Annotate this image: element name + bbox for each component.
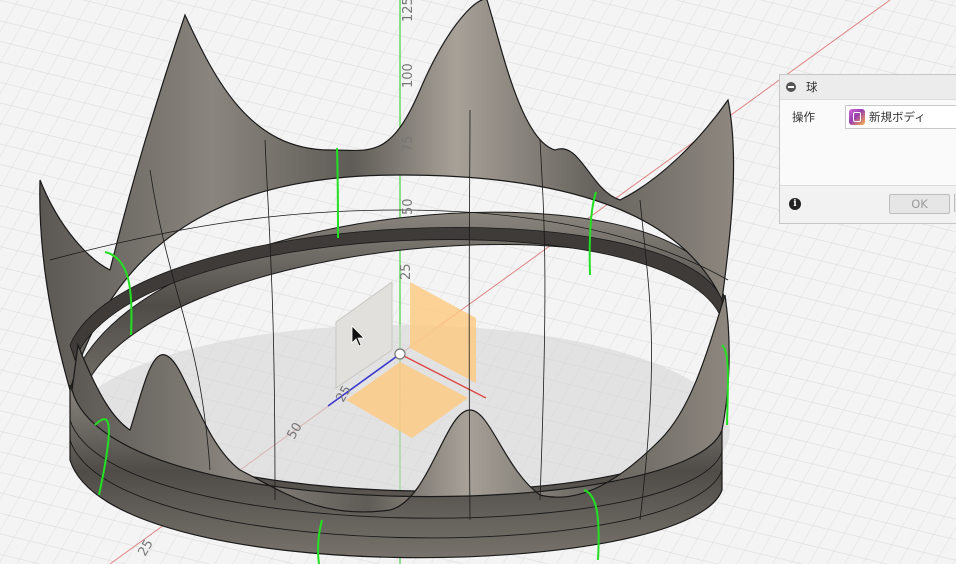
dialog-footer: i OK (780, 185, 956, 223)
operation-value: 新規ボディ (869, 110, 926, 124)
info-icon[interactable]: i (789, 198, 801, 210)
axis-label-25: 25 (399, 263, 414, 280)
dialog-header: 球 (780, 75, 956, 100)
operation-select[interactable]: 新規ボディ (845, 105, 956, 129)
axis-label-50: 50 (401, 198, 416, 215)
dialog-body: 操作 新規ボディ (780, 100, 956, 188)
axis-label-125: 125 (401, 0, 416, 22)
axis-label-75: 75 (401, 135, 416, 152)
dialog-title: 球 (806, 80, 818, 94)
collapse-icon[interactable] (786, 82, 796, 92)
axis-label-100: 100 (401, 63, 416, 88)
new-body-icon (849, 109, 865, 125)
sphere-dialog: 球 操作 新規ボディ i OK (779, 74, 956, 224)
origin-point[interactable] (394, 348, 406, 360)
operation-label: 操作 (792, 110, 815, 124)
ok-button[interactable]: OK (889, 194, 950, 214)
